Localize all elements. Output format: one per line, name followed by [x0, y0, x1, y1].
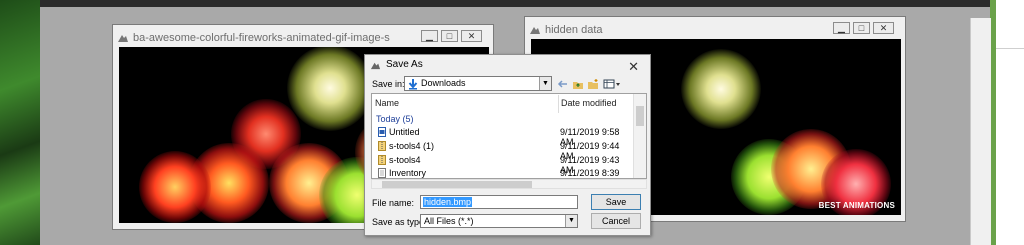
watermark-text: BEST ANIMATIONS — [818, 201, 895, 210]
minimize-button[interactable]: ▁ — [421, 30, 438, 42]
window-title: hidden data — [545, 24, 603, 36]
file-name-field[interactable]: hidden.bmp — [420, 195, 578, 209]
dialog-title: Save As — [386, 59, 423, 70]
file-name: Inventory — [389, 168, 427, 178]
file-name: Untitled — [389, 127, 420, 137]
file-name-value: hidden.bmp — [423, 197, 473, 207]
back-arrow-icon[interactable] — [557, 78, 569, 90]
save-as-type-value: All Files (*.*) — [424, 216, 474, 226]
save-in-value: Downloads — [421, 78, 466, 88]
chevron-down-icon[interactable]: ▼ — [565, 215, 577, 227]
scroll-thumb[interactable] — [382, 181, 532, 188]
firework-burst — [287, 47, 373, 131]
file-name: s-tools4 (1) — [389, 141, 435, 151]
zip-folder-icon — [378, 155, 386, 165]
minimize-button[interactable]: ▁ — [833, 22, 850, 34]
firework-burst — [139, 151, 211, 223]
firework-burst — [681, 49, 761, 129]
file-row[interactable]: s-tools4 (1) 9/11/2019 9:44 AM — [372, 140, 634, 161]
vertical-scrollbar[interactable] — [633, 94, 646, 178]
up-folder-icon[interactable] — [572, 78, 584, 90]
new-folder-icon[interactable] — [587, 78, 599, 90]
file-date: 9/11/2019 8:39 AM — [560, 168, 620, 178]
close-button[interactable]: ✕ — [461, 30, 482, 42]
maximize-button[interactable]: □ — [441, 30, 458, 42]
app-icon — [118, 35, 128, 42]
file-row[interactable]: Inventory 9/11/2019 8:39 AM — [372, 167, 634, 178]
window-title: ba-awesome-colorful-fireworks-animated-g… — [133, 32, 390, 44]
document-icon — [378, 168, 386, 178]
image-file-icon — [378, 127, 386, 137]
save-as-dialog[interactable]: Save As ✕ Save in: Downloads ▼ Name Date… — [364, 54, 651, 236]
app-icon — [530, 27, 540, 34]
download-arrow-icon — [408, 79, 418, 90]
save-as-type-dropdown[interactable]: All Files (*.*) ▼ — [420, 214, 578, 228]
background-divider — [996, 48, 1024, 49]
scroll-thumb[interactable] — [636, 106, 644, 126]
chevron-down-icon[interactable]: ▼ — [539, 77, 551, 90]
close-icon[interactable]: ✕ — [628, 60, 639, 73]
save-in-dropdown[interactable]: Downloads ▼ — [404, 76, 552, 91]
maximize-button[interactable]: □ — [853, 22, 870, 34]
group-header[interactable]: Today (5) — [376, 114, 414, 124]
desktop-wallpaper — [0, 0, 40, 245]
column-header-date[interactable]: Date modified — [561, 98, 617, 116]
view-menu-icon[interactable] — [603, 78, 621, 90]
dialog-titlebar[interactable]: Save As ✕ — [370, 59, 645, 73]
file-name: s-tools4 — [389, 155, 421, 165]
file-list[interactable]: Name Date modified Today (5) Untitled 9/… — [371, 93, 647, 179]
file-row[interactable]: Untitled 9/11/2019 9:58 AM — [372, 126, 634, 147]
background-window — [990, 0, 1024, 245]
zip-folder-icon — [378, 141, 386, 151]
file-row[interactable]: s-tools4 9/11/2019 9:43 AM — [372, 154, 634, 175]
save-as-type-label: Save as type: — [372, 217, 427, 227]
app-icon — [370, 62, 381, 70]
save-in-label: Save in: — [372, 79, 405, 89]
top-taskbar-strip — [0, 0, 990, 7]
column-divider[interactable] — [558, 95, 559, 113]
cancel-button[interactable]: Cancel — [591, 213, 641, 229]
horizontal-scrollbar[interactable] — [371, 179, 647, 189]
file-name-label: File name: — [372, 198, 415, 208]
save-button[interactable]: Save — [591, 194, 641, 210]
close-button[interactable]: ✕ — [873, 22, 894, 34]
background-pane — [970, 18, 991, 245]
